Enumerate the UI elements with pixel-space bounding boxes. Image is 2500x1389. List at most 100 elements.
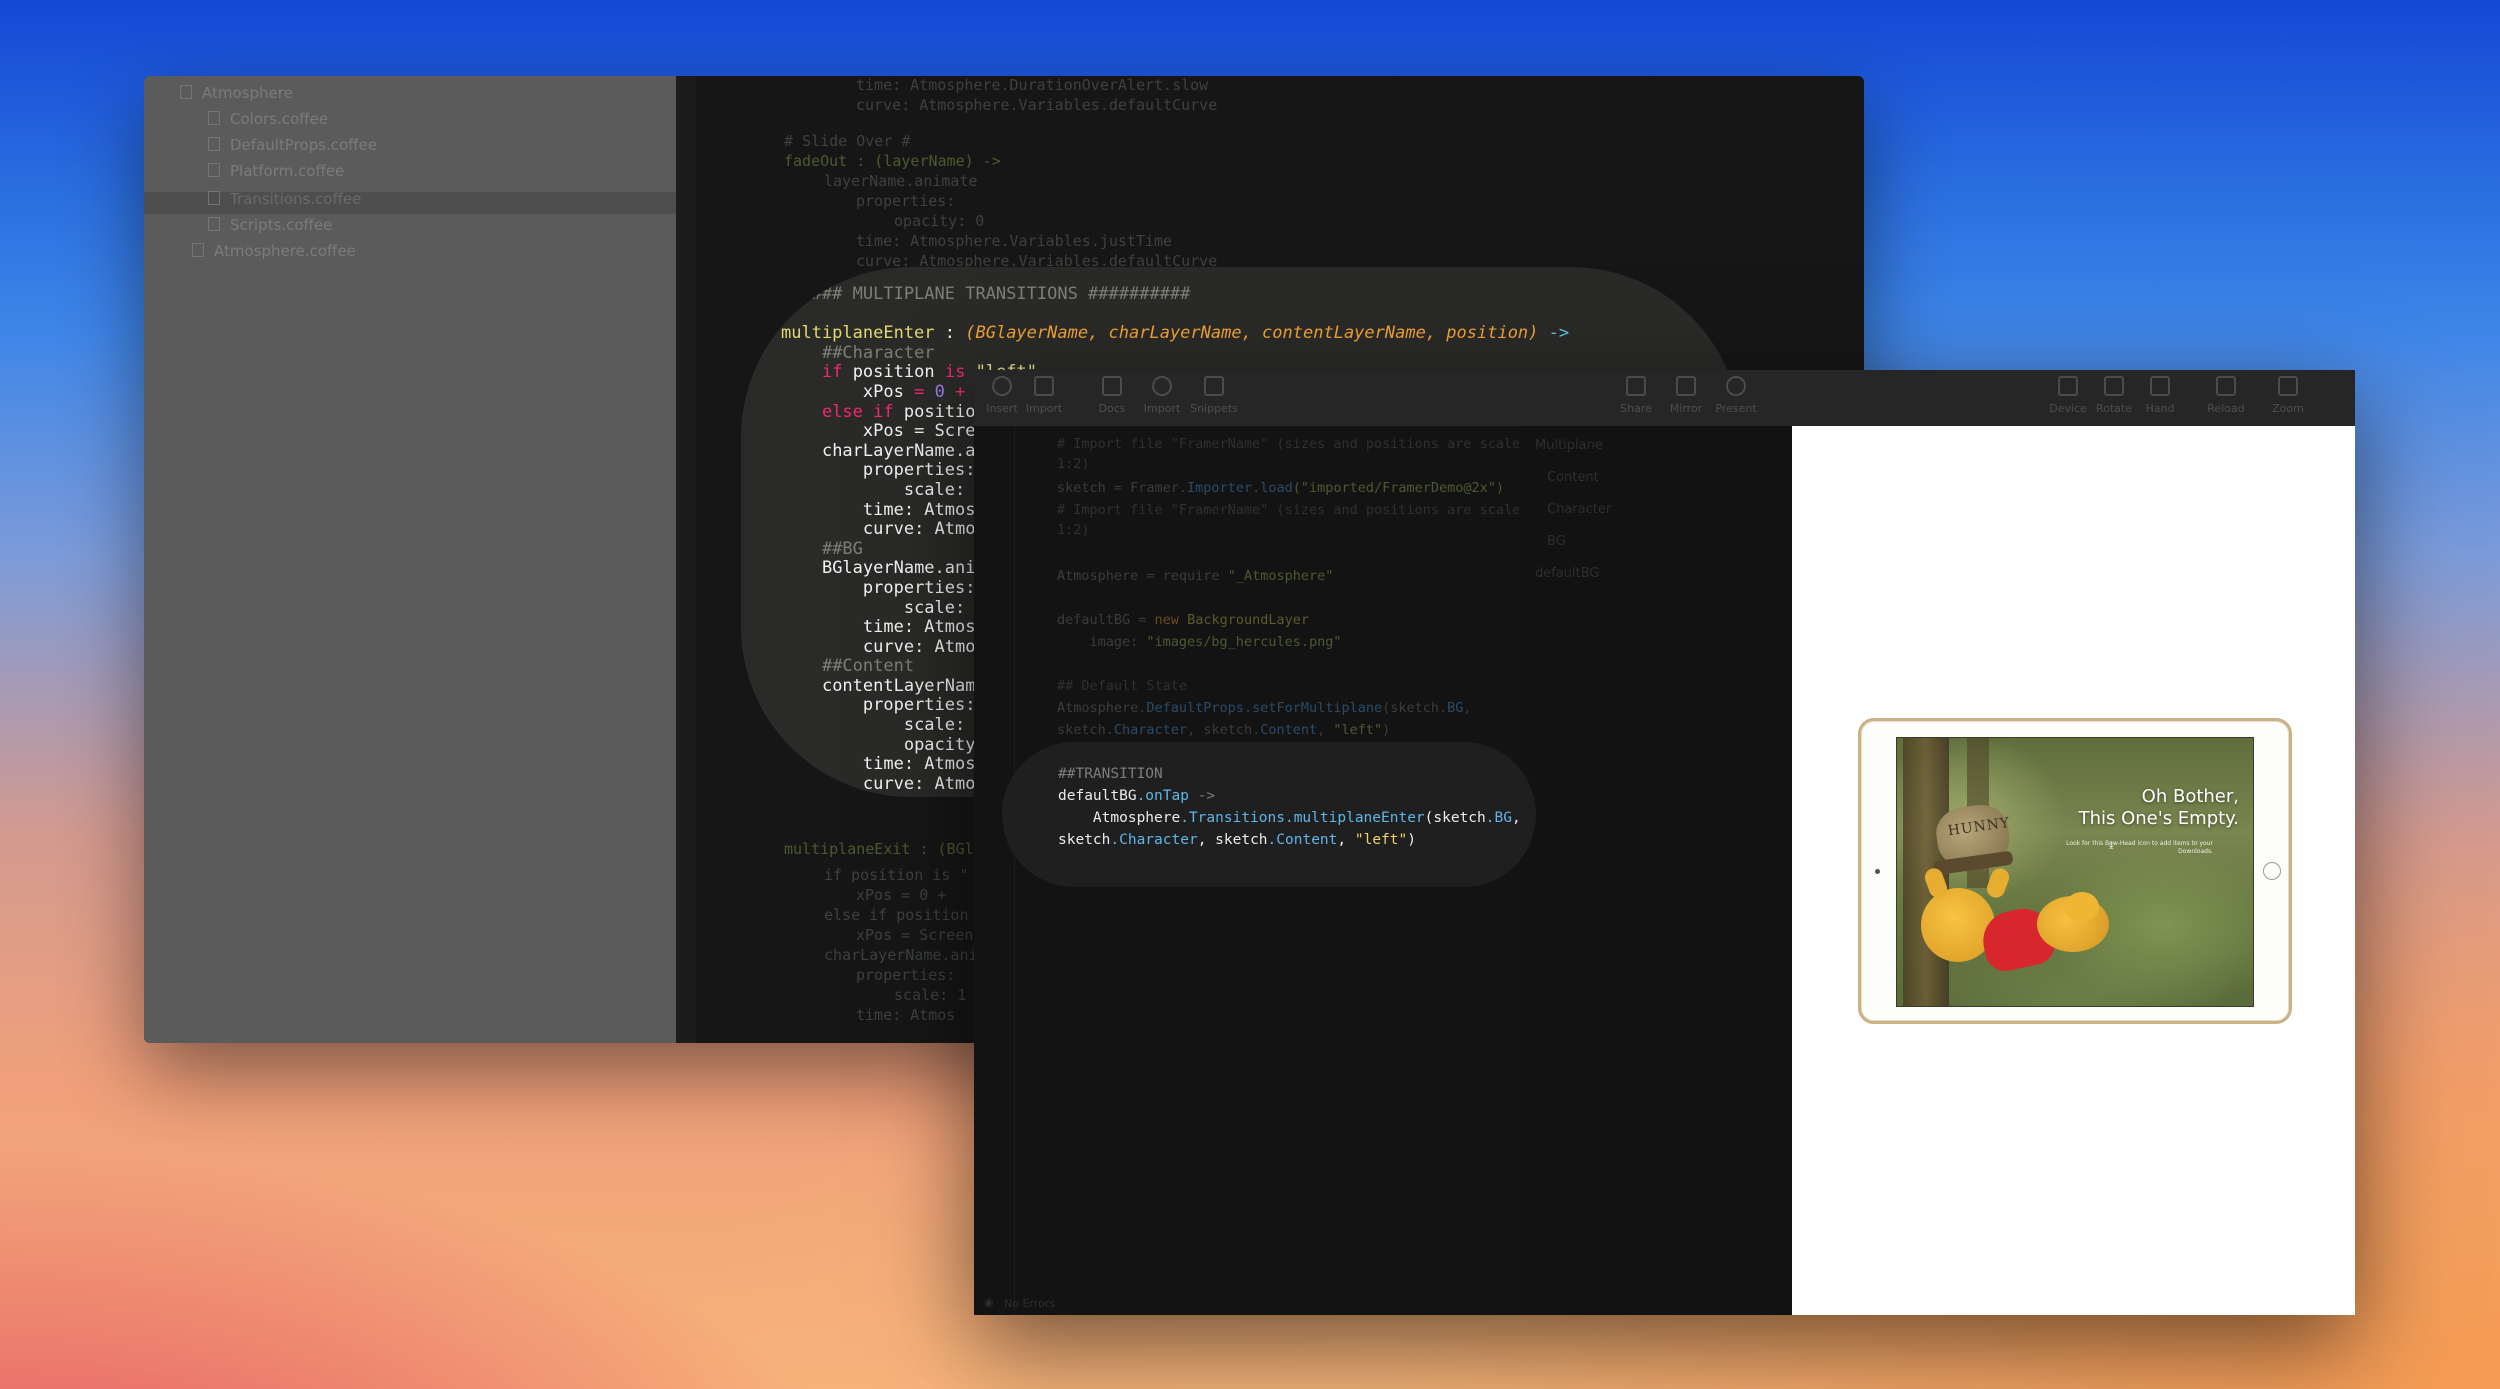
code-line: charLayerName.ani bbox=[824, 946, 978, 964]
transition-comment: ##TRANSITION bbox=[1058, 766, 1163, 782]
file-icon bbox=[208, 163, 220, 177]
layer-item[interactable]: Character bbox=[1547, 502, 1611, 517]
code-line: if position is " bbox=[824, 866, 969, 884]
plus-icon bbox=[992, 376, 1012, 396]
rotate-icon bbox=[2104, 376, 2124, 396]
code-line: ## Default State bbox=[1057, 678, 1188, 694]
code-line: sketch = Framer.Importer.load("imported/… bbox=[1057, 480, 1505, 496]
layer-item[interactable]: BG bbox=[1547, 534, 1566, 549]
code-line: # Import file "FramerName" (sizes and po… bbox=[1057, 502, 1529, 518]
code-line: sketch.Character, sketch.Content, "left"… bbox=[1058, 832, 1416, 848]
book-icon bbox=[1102, 376, 1122, 396]
code-comment: ##Content bbox=[821, 656, 915, 677]
device-icon bbox=[2058, 376, 2078, 396]
code-line: fadeOut : (layerName) -> bbox=[784, 152, 1001, 170]
code-line: properties: bbox=[862, 695, 976, 716]
layer-item[interactable]: defaultBG bbox=[1535, 566, 1600, 581]
layer-item[interactable]: Content bbox=[1547, 470, 1599, 485]
layer-item[interactable]: Multiplane bbox=[1535, 438, 1603, 453]
code-line: time: Atmos bbox=[856, 1006, 956, 1024]
code-line: time: Atmosphere.Variables.justTime bbox=[856, 232, 1173, 250]
empty-state-subtitle: Look for this Bow-Head icon to add items… bbox=[2066, 840, 2213, 855]
code-line: xPos = 0 + bbox=[856, 886, 947, 904]
home-button[interactable] bbox=[2263, 862, 2281, 880]
code-gutter bbox=[1004, 426, 1015, 1315]
code-line: defaultBG = new BackgroundLayer bbox=[1057, 612, 1309, 628]
status-ok-icon: ◉ bbox=[984, 1296, 994, 1309]
reload-icon bbox=[2216, 376, 2236, 396]
hand-button[interactable]: Hand bbox=[2132, 376, 2188, 415]
file-tree-item-selected[interactable]: Transitions.coffee bbox=[208, 190, 361, 208]
code-comment: ##BG bbox=[821, 538, 863, 559]
code-line: else if position bbox=[824, 906, 969, 924]
hand-icon bbox=[2150, 376, 2170, 396]
code-line: Atmosphere.DefaultProps.setForMultiplane… bbox=[1057, 700, 1472, 716]
code-line: Atmosphere.Transitions.multiplaneEnter(s… bbox=[1058, 810, 1521, 826]
code-line: properties: bbox=[862, 577, 976, 598]
framer-toolbar: Insert Import Docs Import Snippets Share… bbox=[974, 370, 2355, 427]
file-tree-item[interactable]: Atmosphere bbox=[180, 84, 293, 102]
docs-button[interactable]: Docs bbox=[1084, 376, 1140, 415]
import-2-button[interactable]: Import bbox=[1134, 376, 1190, 415]
code-comment: ##Character bbox=[821, 342, 935, 363]
code-line: properties: bbox=[862, 460, 976, 481]
code-line: Atmosphere = require "_Atmosphere" bbox=[1057, 568, 1334, 584]
snippets-button[interactable]: Snippets bbox=[1186, 376, 1242, 415]
code-line: 1:2) bbox=[1057, 456, 1090, 472]
file-tree-item[interactable]: Scripts.coffee bbox=[208, 216, 332, 234]
code-line: layerName.animate bbox=[824, 172, 978, 190]
status-text: No Errors bbox=[1004, 1297, 1055, 1310]
prototype-screen[interactable]: HUNNY Oh Bother, This One's Empty. ⤓ Look… bbox=[1896, 737, 2254, 1007]
ipad-device-frame: HUNNY Oh Bother, This One's Empty. ⤓ Look… bbox=[1858, 718, 2292, 1024]
code-line: contentLayerName. bbox=[821, 675, 996, 696]
code-line: defaultBG.onTap -> bbox=[1058, 788, 1216, 804]
file-icon bbox=[192, 243, 204, 257]
file-tree-item[interactable]: Atmosphere.coffee bbox=[192, 242, 356, 260]
reload-button[interactable]: Reload bbox=[2198, 376, 2254, 415]
download-icon bbox=[1034, 376, 1054, 396]
code-line: sketch.Character, sketch.Content, "left"… bbox=[1057, 722, 1391, 738]
file-tree-item[interactable]: DefaultProps.coffee bbox=[208, 136, 377, 154]
code-line: properties: bbox=[856, 192, 956, 210]
file-icon bbox=[208, 191, 220, 205]
import-button[interactable]: Import bbox=[1016, 376, 1072, 415]
zoom-icon bbox=[2278, 376, 2298, 396]
code-line: scale: 1 bbox=[894, 986, 967, 1004]
code-line: curve: Atmosphere.Variables.defaultCurve bbox=[856, 96, 1218, 114]
file-icon bbox=[208, 111, 220, 125]
code-line: opacity: 0 bbox=[894, 212, 985, 230]
function-arrow: -> bbox=[1548, 323, 1570, 344]
code-line: # Import file "FramerName" (sizes and po… bbox=[1057, 436, 1529, 452]
file-tree-item[interactable]: Platform.coffee bbox=[208, 162, 344, 180]
code-line: time: Atmosphere.DurationOverAlert.slow bbox=[856, 76, 1209, 94]
file-icon bbox=[208, 217, 220, 231]
code-line: # Slide Over # bbox=[784, 132, 911, 150]
mirror-button[interactable]: Mirror bbox=[1658, 376, 1714, 415]
layers-panel: Multiplane Content Character BG defaultB… bbox=[1519, 426, 1793, 1315]
present-button[interactable]: Present bbox=[1708, 376, 1764, 415]
file-icon bbox=[208, 137, 220, 151]
pooh-foot bbox=[2065, 892, 2099, 922]
code-line: properties: bbox=[856, 966, 956, 984]
function-args: (BGlayerName, charLayerName, contentLaye… bbox=[965, 323, 1539, 344]
function-name: multiplaneEnter bbox=[781, 323, 935, 344]
pot-label: HUNNY bbox=[1946, 814, 2012, 840]
device-preview-pane[interactable]: HUNNY Oh Bother, This One's Empty. ⤓ Look… bbox=[1792, 426, 2355, 1315]
code-line: BGlayerName.anima bbox=[821, 558, 996, 579]
folder-icon bbox=[180, 85, 192, 99]
zoom-button[interactable]: Zoom bbox=[2260, 376, 2316, 415]
code-line: image: "images/bg_hercules.png" bbox=[1057, 634, 1342, 650]
camera-dot bbox=[1875, 869, 1880, 874]
share-button[interactable]: Share bbox=[1608, 376, 1664, 415]
file-tree-item[interactable]: Colors.coffee bbox=[208, 110, 328, 128]
status-bar: ◉ No Errors bbox=[974, 1291, 1792, 1315]
editor-gutter-strip bbox=[676, 76, 696, 1043]
section-comment: ###### MULTIPLANE TRANSITIONS ########## bbox=[781, 284, 1191, 304]
code-line: charLayerName.ani bbox=[821, 440, 996, 461]
code-line: xPos = Screen bbox=[856, 926, 974, 944]
framer-window: Insert Import Docs Import Snippets Share… bbox=[974, 370, 2355, 1315]
transition-code-bubble: ##TRANSITION defaultBG.onTap -> Atmosphe… bbox=[1002, 742, 1536, 887]
gear-icon bbox=[1152, 376, 1172, 396]
file-tree-sidebar: Atmosphere Colors.coffee DefaultProps.co… bbox=[144, 76, 676, 1043]
present-icon bbox=[1726, 376, 1746, 396]
